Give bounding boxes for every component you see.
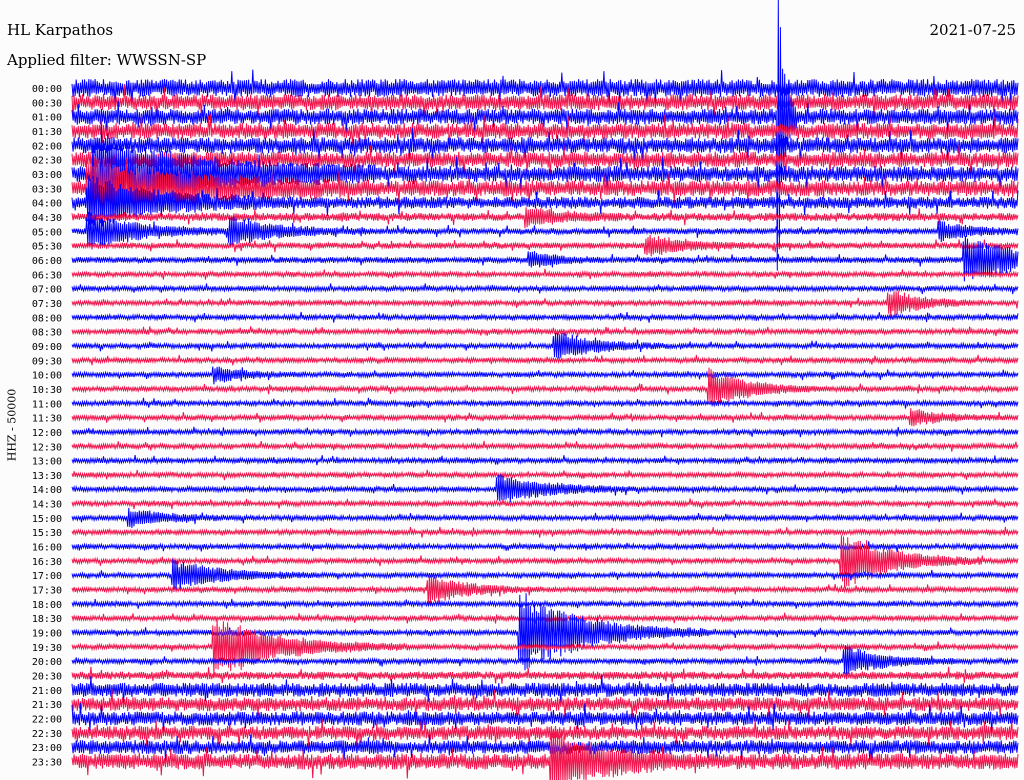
time-tick-label: 21:30 — [32, 700, 62, 711]
seismic-trace-0730 — [71, 290, 1019, 317]
seismic-trace-1530 — [71, 526, 1019, 538]
time-tick-label: 01:00 — [32, 113, 62, 124]
time-tick-label: 08:30 — [32, 328, 62, 339]
time-tick-label: 00:30 — [32, 98, 62, 109]
time-tick-label: 05:30 — [32, 242, 62, 253]
time-tick-label: 03:00 — [32, 170, 62, 181]
seismic-trace-1130 — [71, 408, 1019, 427]
time-tick-label: 15:00 — [32, 514, 62, 525]
time-tick-label: 23:00 — [32, 743, 62, 754]
time-tick-label: 16:00 — [32, 543, 62, 554]
seismic-trace-0000 — [71, 69, 1019, 108]
time-tick-label: 15:30 — [32, 528, 62, 539]
time-tick-label: 08:00 — [32, 313, 62, 324]
seismic-trace-1400 — [71, 473, 1019, 503]
seismic-trace-1200 — [71, 426, 1019, 438]
seismic-trace-1100 — [71, 397, 1019, 409]
seismic-trace-0930 — [71, 354, 1019, 366]
time-tick-label: 09:30 — [32, 356, 62, 367]
seismic-trace-1430 — [71, 498, 1019, 510]
time-tick-label: 02:00 — [32, 141, 62, 152]
seismic-trace-0830 — [71, 326, 1019, 337]
seismic-trace-1000 — [71, 366, 1019, 385]
time-tick-label: 23:30 — [32, 758, 62, 769]
time-tick-label: 05:00 — [32, 227, 62, 238]
seismic-trace-1330 — [71, 469, 1019, 481]
time-tick-label: 10:30 — [32, 385, 62, 396]
time-tick-label: 22:00 — [32, 715, 62, 726]
time-tick-label: 18:00 — [32, 600, 62, 611]
time-tick-label: 01:30 — [32, 127, 62, 138]
time-tick-label: 10:00 — [32, 371, 62, 382]
time-tick-label: 06:00 — [32, 256, 62, 267]
seismic-trace-1230 — [71, 440, 1019, 452]
seismic-trace-0900 — [71, 332, 1019, 359]
time-tick-label: 02:30 — [32, 156, 62, 167]
seismic-trace-0630 — [71, 268, 1019, 280]
time-tick-label: 04:00 — [32, 199, 62, 210]
time-tick-label: 11:00 — [32, 399, 62, 410]
time-tick-label: 12:30 — [32, 442, 62, 453]
time-tick-label: 18:30 — [32, 614, 62, 625]
seismic-trace-0530 — [71, 234, 1019, 257]
time-tick-label: 20:00 — [32, 657, 62, 668]
seismic-trace-0800 — [71, 311, 1019, 323]
time-tick-label: 14:30 — [32, 500, 62, 511]
time-tick-label: 16:30 — [32, 557, 62, 568]
helicorder-plot: 00:00 00:30 01:00 01:30 02:00 02:30 03:00 03:30… — [32, 0, 1019, 780]
time-tick-label: 19:00 — [32, 629, 62, 640]
time-tick-label: 11:30 — [32, 414, 62, 425]
time-tick-label: 22:30 — [32, 729, 62, 740]
time-tick-label: 04:30 — [32, 213, 62, 224]
time-tick-label: 21:00 — [32, 686, 62, 697]
time-tick-label: 13:00 — [32, 457, 62, 468]
time-tick-label: 12:00 — [32, 428, 62, 439]
time-tick-label: 07:30 — [32, 299, 62, 310]
time-tick-label: 00:00 — [32, 84, 62, 95]
seismic-trace-1300 — [71, 455, 1019, 466]
time-tick-label: 06:30 — [32, 270, 62, 281]
seismic-trace-1600 — [71, 541, 1019, 553]
seismic-trace-1500 — [71, 507, 1019, 529]
time-tick-label: 19:30 — [32, 643, 62, 654]
seismic-trace-0700 — [71, 283, 1019, 295]
time-tick-label: 17:30 — [32, 586, 62, 597]
time-tick-label: 20:30 — [32, 672, 62, 683]
seismic-trace-2100 — [71, 674, 1019, 705]
time-tick-label: 17:00 — [32, 571, 62, 582]
time-tick-label: 13:30 — [32, 471, 62, 482]
time-tick-label: 03:30 — [32, 184, 62, 195]
time-tick-label: 14:00 — [32, 485, 62, 496]
time-tick-label: 09:00 — [32, 342, 62, 353]
filter-label: Applied filter: WWSSN-SP — [7, 51, 207, 69]
time-tick-label: 07:00 — [32, 285, 62, 296]
